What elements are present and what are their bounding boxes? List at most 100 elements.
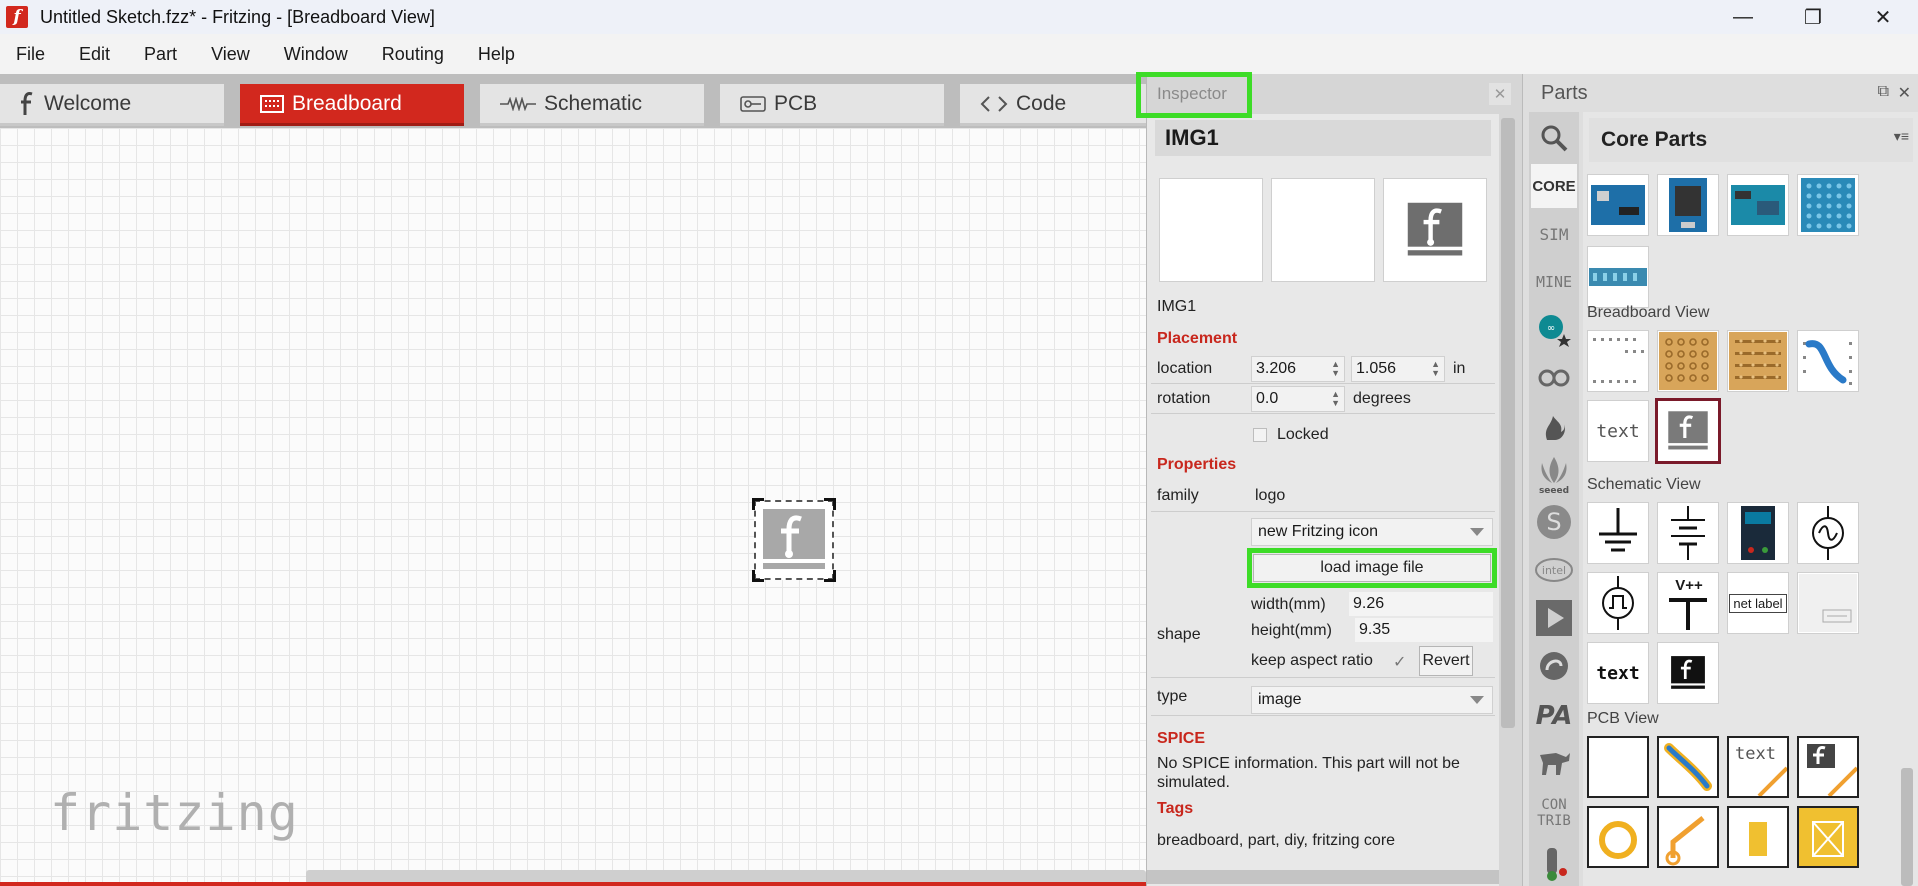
pa-bin-icon[interactable]: PA <box>1531 692 1577 736</box>
bin-core[interactable]: CORE <box>1531 164 1577 208</box>
tab-welcome[interactable]: Welcome <box>0 84 224 126</box>
rotation-spinbox[interactable]: 0.0 ▲ ▼ <box>1251 386 1345 412</box>
shape-type-dropdown[interactable]: new Fritzing icon <box>1251 518 1493 546</box>
canvas-logo-image-part[interactable] <box>752 498 836 582</box>
snootlab-icon[interactable]: S <box>1531 500 1577 544</box>
play-icon[interactable] <box>1531 596 1577 640</box>
tab-pcb-label: PCB <box>774 91 818 115</box>
part-tile-text[interactable]: text <box>1587 400 1649 462</box>
highlight-box <box>1247 548 1497 588</box>
tab-welcome-label: Welcome <box>44 91 132 115</box>
tab-breadboard[interactable]: Breadboard <box>240 84 464 126</box>
breadboard-canvas[interactable]: fritzing <box>0 128 1146 886</box>
minimize-button[interactable]: — <box>1708 0 1778 34</box>
fritzing-app-icon: f <box>6 6 28 28</box>
inspector-vertical-scrollbar[interactable] <box>1501 118 1515 728</box>
bin-menu-icon[interactable]: ▾≡ <box>1894 128 1909 145</box>
part-tile-led-strip[interactable] <box>1587 246 1649 308</box>
menu-view[interactable]: View <box>201 44 260 65</box>
part-tile-pcb-via[interactable] <box>1587 806 1649 868</box>
menu-edit[interactable]: Edit <box>69 44 120 65</box>
part-tile-schematic-logo[interactable] <box>1657 642 1719 704</box>
part-tile-ac-source[interactable] <box>1797 502 1859 564</box>
menu-help[interactable]: Help <box>468 44 525 65</box>
selection-handle[interactable] <box>752 570 764 582</box>
seeed-icon[interactable]: seeed <box>1531 452 1577 496</box>
location-y-spinbox[interactable]: 1.056 ▲ ▼ <box>1351 356 1445 382</box>
part-tile-schematic-text[interactable]: text <box>1587 642 1649 704</box>
tab-pcb[interactable]: PCB <box>720 84 944 126</box>
width-input[interactable]: 9.26 <box>1349 592 1493 616</box>
arduino-infinity-icon[interactable] <box>1531 356 1577 400</box>
part-tile-image-selected[interactable] <box>1655 398 1721 464</box>
part-tile-arduino-board[interactable] <box>1727 174 1789 236</box>
part-tile-pcb-logo[interactable] <box>1797 736 1859 798</box>
arduino-bin-icon[interactable]: ∞ <box>1531 308 1577 352</box>
intel-icon[interactable]: intel <box>1531 548 1577 592</box>
properties-heading: Properties <box>1157 456 1237 473</box>
tab-schematic[interactable]: Schematic <box>480 84 704 126</box>
bin-contrib[interactable]: CON TRIB <box>1531 788 1577 838</box>
height-input[interactable]: 9.35 <box>1355 618 1493 642</box>
restore-button[interactable]: ❐ <box>1778 0 1848 34</box>
menu-file[interactable]: File <box>6 44 55 65</box>
fritzing-f-icon <box>20 91 36 117</box>
breadboard-view-thumbnail <box>1159 178 1263 282</box>
selection-handle[interactable] <box>752 498 764 510</box>
location-x-spinbox[interactable]: 3.206 ▲ ▼ <box>1251 356 1345 382</box>
inspector-horizontal-scrollbar[interactable] <box>1147 870 1499 884</box>
parts-vertical-scrollbar[interactable] <box>1901 768 1913 886</box>
fritzing-logo-icon <box>763 509 825 569</box>
spinner-arrows-icon[interactable]: ▲ ▼ <box>1331 390 1340 408</box>
part-tile-perfboard[interactable] <box>1657 330 1719 392</box>
pcb-view-thumbnail <box>1383 178 1487 282</box>
sparkfun-flame-icon[interactable] <box>1531 404 1577 448</box>
animal-bin-icon[interactable] <box>1531 740 1577 784</box>
keep-aspect-checkbox[interactable]: ✓ <box>1393 652 1406 672</box>
part-tile-ground[interactable] <box>1587 502 1649 564</box>
family-value: logo <box>1255 487 1286 504</box>
part-tile-pcb-copper-fill[interactable] <box>1797 806 1859 868</box>
search-parts-icon[interactable] <box>1531 116 1577 160</box>
part-tile-pcb-pad[interactable] <box>1727 806 1789 868</box>
spinner-arrows-icon[interactable]: ▲ ▼ <box>1331 360 1340 378</box>
swirl-bin-icon[interactable] <box>1531 644 1577 688</box>
float-panel-icon[interactable]: ⧉ <box>1878 83 1889 101</box>
selection-handle[interactable] <box>824 570 836 582</box>
selection-handle[interactable] <box>824 498 836 510</box>
part-tile-pcb-trace[interactable] <box>1657 806 1719 868</box>
locked-checkbox[interactable] <box>1253 428 1267 442</box>
part-tile-schematic-frame[interactable] <box>1797 572 1859 634</box>
part-tile-stripboard[interactable] <box>1727 330 1789 392</box>
menu-window[interactable]: Window <box>274 44 358 65</box>
part-tile-net-label[interactable]: net label <box>1727 572 1789 634</box>
part-tile-arduino-uno[interactable] <box>1587 174 1649 236</box>
part-tile-arduino-mega[interactable] <box>1657 174 1719 236</box>
height-value: 9.35 <box>1359 621 1391 638</box>
bin-mine[interactable]: MINE <box>1531 260 1577 304</box>
part-tile-pcb-text[interactable]: text <box>1727 736 1789 798</box>
temp-bin-icon[interactable] <box>1531 842 1577 886</box>
part-tile-wire[interactable] <box>1797 330 1859 392</box>
close-window-button[interactable]: ✕ <box>1848 0 1918 34</box>
location-y-value: 1.056 <box>1356 360 1397 377</box>
menu-routing[interactable]: Routing <box>372 44 454 65</box>
close-panel-icon[interactable]: ✕ <box>1898 83 1911 103</box>
type-dropdown[interactable]: image <box>1251 686 1493 714</box>
type-value: image <box>1258 691 1302 708</box>
part-tile-dot-matrix[interactable] <box>1797 174 1859 236</box>
part-tile-pcb-jumper[interactable] <box>1657 736 1719 798</box>
part-tile-battery[interactable] <box>1657 502 1719 564</box>
bin-sim[interactable]: SIM <box>1531 212 1577 256</box>
parts-bin-content: Core Parts ▾≡ Breadboard View text Schem… <box>1583 112 1918 886</box>
part-tile-power-label[interactable]: V++ <box>1657 572 1719 634</box>
revert-button[interactable]: Revert <box>1419 646 1473 676</box>
inspector-close-button[interactable]: ✕ <box>1489 83 1511 105</box>
part-tile-pulse-source[interactable] <box>1587 572 1649 634</box>
menu-part[interactable]: Part <box>134 44 187 65</box>
inspector-part-title: IMG1 <box>1155 120 1491 156</box>
part-tile-pcb-plain[interactable] <box>1587 736 1649 798</box>
spinner-arrows-icon[interactable]: ▲ ▼ <box>1431 360 1440 378</box>
part-tile-breadboard[interactable] <box>1587 330 1649 392</box>
part-tile-power-supply[interactable] <box>1727 502 1789 564</box>
